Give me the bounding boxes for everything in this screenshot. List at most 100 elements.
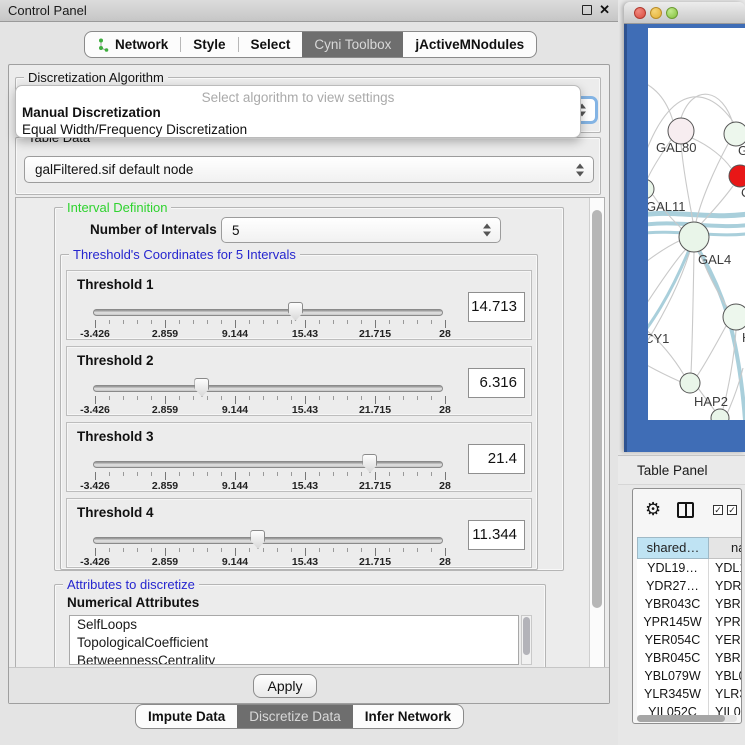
network-node[interactable] [723, 304, 745, 330]
table-horizontal-scrollbar[interactable] [637, 715, 737, 722]
minimize-traffic-icon[interactable] [650, 7, 662, 19]
network-node[interactable] [711, 409, 729, 420]
table-row[interactable]: YPR145WYPR1 [637, 613, 742, 631]
threshold-slider-track[interactable] [93, 537, 443, 544]
interval-definition-group: Interval Definition Number of Intervals … [54, 207, 564, 571]
tab-discretize-data[interactable]: Discretize Data [237, 705, 353, 728]
number-of-intervals-value: 5 [232, 223, 240, 238]
network-node-label: GAL80 [656, 140, 696, 155]
table-row[interactable]: YDR27…YDR2 [637, 577, 742, 595]
network-canvas[interactable]: GAL80GCGAL11GAL4GCY1HHAP2 [648, 28, 745, 420]
threshold-slider-track[interactable] [93, 385, 443, 392]
network-node[interactable] [680, 373, 700, 393]
table-row[interactable]: YBR043CYBR0 [637, 595, 742, 613]
tab-impute-data[interactable]: Impute Data [136, 705, 237, 728]
threshold-slider-thumb[interactable] [362, 454, 377, 473]
threshold-slider-track[interactable] [93, 309, 443, 316]
algorithm-option-equal-width[interactable]: Equal Width/Frequency Discretization [22, 122, 247, 137]
slider-tick-labels: -3.4262.8599.14415.4321.71528 [67, 328, 531, 340]
network-node-label: G [738, 143, 745, 158]
table-panel-title: Table Panel [637, 463, 708, 478]
threshold-4-panel: Threshold 4-3.4262.8599.14415.4321.71528… [66, 498, 532, 568]
table-row[interactable]: YIL052CYIL0 [637, 703, 742, 715]
network-node-label: C [741, 185, 745, 200]
top-tabs: NetworkStyleSelectCyni ToolboxjActiveMNo… [84, 31, 537, 58]
threshold-coordinates-group: Threshold's Coordinates for 5 Intervals … [60, 254, 538, 570]
network-node[interactable] [679, 222, 709, 252]
table-row[interactable]: YLR345WYLR3 [637, 685, 742, 703]
slider-tick-labels: -3.4262.8599.14415.4321.71528 [67, 556, 531, 568]
network-view-window: GAL80GCGAL11GAL4GCY1HHAP2 [624, 2, 745, 452]
number-of-intervals-combobox[interactable]: 5 [221, 217, 501, 243]
network-node-label: HAP2 [694, 394, 728, 409]
tab-select[interactable]: Select [239, 32, 303, 57]
threshold-3-panel: Threshold 3 -3.4262.8599.14415.4321.71528… [66, 422, 532, 492]
tab-jactivemnodules[interactable]: jActiveMNodules [403, 32, 536, 57]
table-data-combobox[interactable]: galFiltered.sif default node [24, 156, 594, 183]
algorithm-hint: Select algorithm to view settings [16, 90, 580, 105]
threshold-value-field[interactable]: 6.316 [468, 368, 525, 398]
tab-network[interactable]: Network [85, 32, 180, 57]
close-traffic-icon[interactable] [634, 7, 646, 19]
attribute-item[interactable]: BetweennessCentrality [70, 652, 518, 665]
columns-icon[interactable] [677, 502, 694, 518]
tab-style[interactable]: Style [181, 32, 237, 57]
numerical-attributes-label: Numerical Attributes [67, 595, 199, 610]
threshold-value-field[interactable]: 21.4 [468, 444, 525, 474]
threshold-2-panel: Threshold 2 -3.4262.8599.14415.4321.71528… [66, 346, 532, 416]
network-node-label: GCY1 [648, 331, 669, 346]
threshold-title: Threshold 2 [77, 353, 154, 368]
apply-button[interactable]: Apply [253, 674, 317, 698]
attribute-item[interactable]: TopologicalCoefficient [70, 634, 518, 652]
slider-tick-labels: -3.4262.8599.14415.4321.71528 [67, 480, 531, 492]
float-window-icon[interactable] [582, 5, 592, 15]
attributes-label: Attributes to discretize [63, 577, 199, 592]
tab-cyni-toolbox[interactable]: Cyni Toolbox [302, 32, 403, 57]
threshold-slider-thumb[interactable] [194, 378, 209, 397]
control-panel-window: Control Panel ✕ NetworkStyleSelectCyni T… [0, 0, 618, 745]
column-header-name[interactable]: na [709, 537, 742, 559]
table-panel: ⚙ ✓ ✓ shared… na YDL19…YDL1YDR27…YDR2YBR… [632, 488, 742, 724]
settings-vertical-scrollbar[interactable] [589, 198, 604, 668]
threshold-slider-thumb[interactable] [250, 530, 265, 549]
number-of-intervals-label: Number of Intervals [90, 222, 217, 237]
interval-definition-label: Interval Definition [63, 200, 171, 215]
threshold-value-field[interactable]: 14.713 [468, 292, 525, 322]
settings-scrollpane: Interval Definition Number of Intervals … [15, 197, 605, 669]
table-data-group: Table Data galFiltered.sif default node [15, 137, 601, 195]
threshold-coordinates-label: Threshold's Coordinates for 5 Intervals [69, 247, 300, 262]
table-panel-toolbar: ⚙ ✓ ✓ [633, 489, 741, 533]
numerical-attributes-list[interactable]: SelfLoopsTopologicalCoefficientBetweenne… [69, 615, 519, 665]
checkbox-icon[interactable]: ✓ [727, 505, 737, 515]
checkbox-icon[interactable]: ✓ [713, 505, 723, 515]
table-row[interactable]: YDL19…YDL1 [637, 559, 742, 577]
right-column: GAL80GCGAL11GAL4GCY1HHAP2 Table Panel ⚙ … [618, 0, 745, 745]
threshold-slider-track[interactable] [93, 461, 443, 468]
threshold-value-field[interactable]: 11.344 [468, 520, 525, 550]
gear-icon[interactable]: ⚙ [645, 500, 661, 518]
control-panel-titlebar: Control Panel ✕ [0, 0, 618, 22]
attributes-group: Attributes to discretize Numerical Attri… [54, 584, 546, 669]
tab-infer-network[interactable]: Infer Network [353, 705, 463, 728]
bottom-tabs: Impute DataDiscretize DataInfer Network [135, 704, 464, 729]
network-node-label: GAL11 [648, 199, 686, 214]
zoom-traffic-icon[interactable] [666, 7, 678, 19]
threshold-slider-thumb[interactable] [288, 302, 303, 321]
threshold-1-panel: Threshold 1 -3.4262.8599.14415.4321.71528… [66, 270, 532, 340]
table-row[interactable]: YER054CYER0 [637, 631, 742, 649]
table-row[interactable]: YBL079WYBL0 [637, 667, 742, 685]
attribute-item[interactable]: SelfLoops [70, 616, 518, 634]
discretization-algorithm-label: Discretization Algorithm [24, 70, 168, 85]
table-rows[interactable]: YDL19…YDL1YDR27…YDR2YBR043CYBR0YPR145WYP… [637, 559, 742, 715]
slider-tick-labels: -3.4262.8599.14415.4321.71528 [67, 404, 531, 416]
network-node[interactable] [729, 165, 745, 187]
close-icon[interactable]: ✕ [599, 5, 610, 15]
attributes-list-scrollbar[interactable] [521, 615, 532, 665]
algorithm-option-manual[interactable]: Manual Discretization [22, 105, 161, 120]
threshold-title: Threshold 3 [77, 429, 154, 444]
apply-bar: Apply [9, 667, 609, 703]
network-view-frame: GAL80GCGAL11GAL4GCY1HHAP2 [624, 24, 745, 452]
table-row[interactable]: YBR045CYBR0 [637, 649, 742, 667]
column-header-shared-name[interactable]: shared… [637, 537, 709, 559]
threshold-title: Threshold 1 [77, 277, 154, 292]
